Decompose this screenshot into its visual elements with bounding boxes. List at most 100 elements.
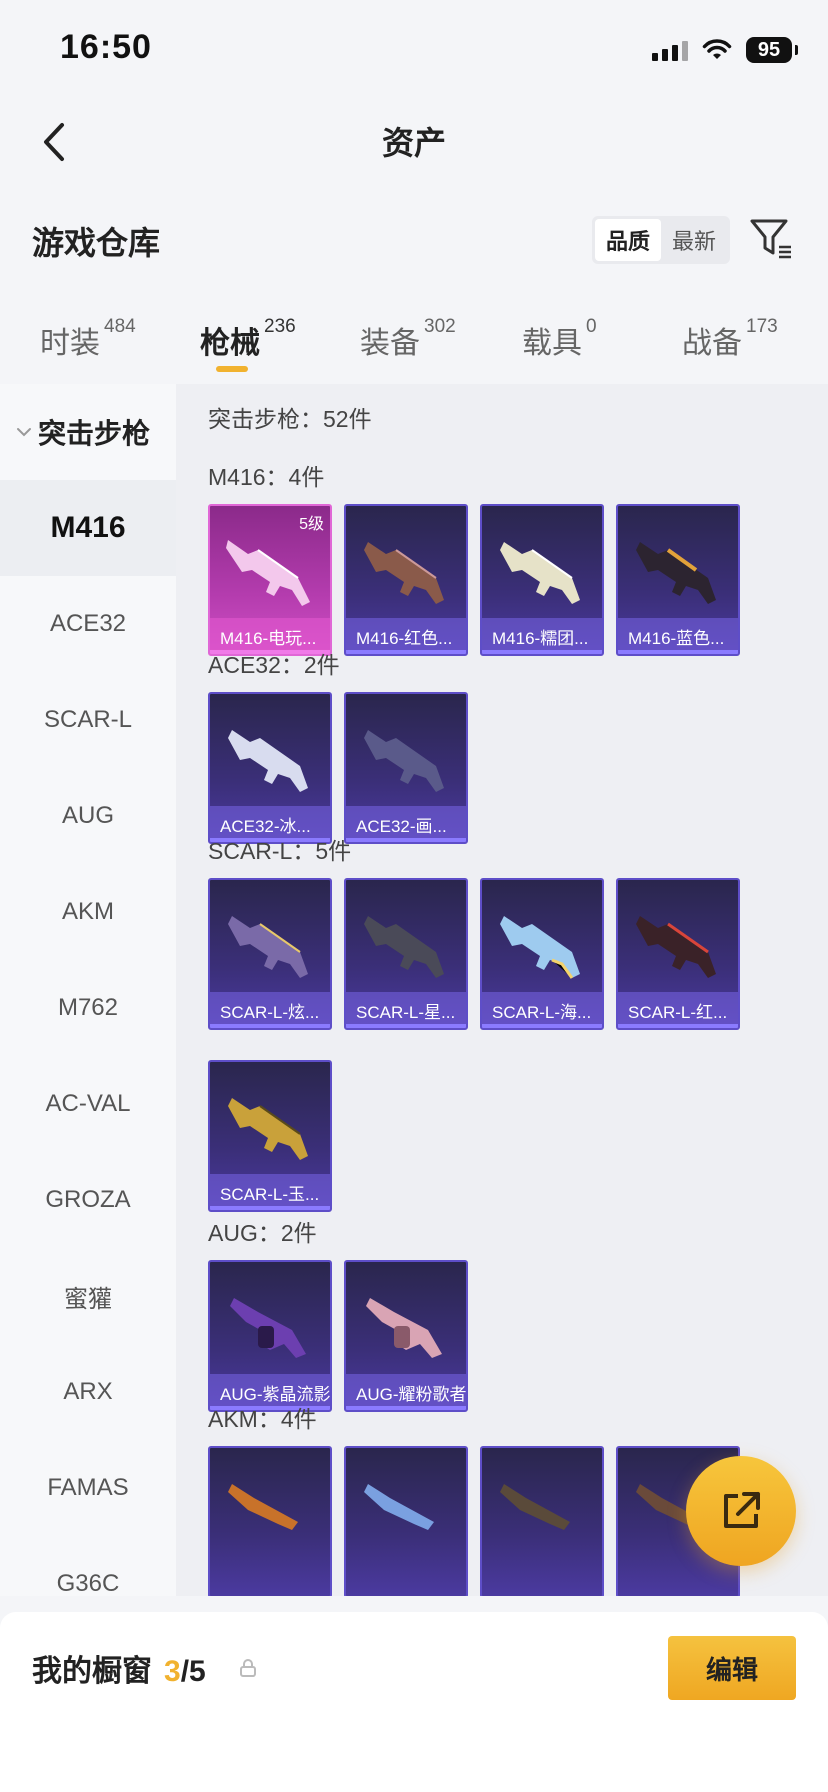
status-time: 16:50 [60,28,152,66]
tab-label: 载具 [522,327,582,360]
weapon-sidebar: 突击步枪 M416 ACE32 SCAR-L AUG AKM M762 AC-V… [0,384,176,1596]
rifle-icon [364,730,444,792]
sidebar-item-scar-l[interactable]: SCAR-L [0,672,176,768]
sidebar-item-g36c[interactable]: G36C [0,1536,176,1596]
weapon-card[interactable]: ACE32-画... [344,692,468,844]
weapon-card-name: M416-蓝色... [618,618,738,654]
tab-label: 时装 [40,327,100,360]
signal-icon [652,39,688,61]
sidebar-item-ac-val[interactable]: AC-VAL [0,1056,176,1152]
weapon-card-name: M416-红色... [346,618,466,654]
weapon-card-name: M416-糯团... [482,618,602,654]
sidebar-item-akm[interactable]: AKM [0,864,176,960]
weapon-card[interactable] [480,1446,604,1596]
weapon-card[interactable]: AUG-紫晶流影 [208,1260,332,1412]
rifle-icon [500,542,580,604]
rifle-icon [228,916,308,978]
rarity-strip [210,1024,330,1028]
tab-equipment[interactable]: 装备 302 [360,316,456,362]
weapon-card[interactable]: SCAR-L-炫... [208,878,332,1030]
active-tab-indicator [216,366,248,372]
rarity-strip [346,838,466,842]
weapon-card-name: SCAR-L-炫... [210,992,330,1028]
tab-fashion[interactable]: 时装 484 [40,316,136,362]
weapon-grid: 突击步枪：52件 M416：4件 5级 M416-电玩... M416-红色..… [176,384,828,1596]
group-title: AKM：4件 [208,1406,317,1432]
group-title: AUG：2件 [208,1220,317,1246]
weapon-card-name: SCAR-L-红... [618,992,738,1028]
rifle-icon [364,542,444,604]
section-header: 游戏仓库 品质 最新 [0,200,828,280]
sidebar-item-m416[interactable]: M416 [0,480,176,576]
filter-icon [750,219,791,259]
weapon-card[interactable]: AUG-耀粉歌者 [344,1260,468,1412]
weapon-card[interactable]: M416-蓝色... [616,504,740,656]
showcase-total: /5 [180,1655,206,1688]
showcase-label: 我的橱窗 [32,1655,152,1688]
group-title: ACE32：2件 [208,652,340,678]
sidebar-item-ace32[interactable]: ACE32 [0,576,176,672]
rifle-icon [364,1484,434,1530]
back-button[interactable] [24,112,84,172]
rarity-strip [618,1024,738,1028]
rifle-icon [230,1298,306,1358]
rifle-icon [364,916,444,978]
sidebar-item-honey-badger[interactable]: 蜜獾 [0,1248,176,1344]
section-title: 游戏仓库 [32,225,161,261]
rifle-icon [228,1098,308,1160]
weapon-card-name: SCAR-L-星... [346,992,466,1028]
sidebar-item-aug[interactable]: AUG [0,768,176,864]
weapon-card[interactable]: SCAR-L-海... [480,878,604,1030]
weapon-card[interactable]: SCAR-L-玉... [208,1060,332,1212]
edit-button[interactable]: 编辑 [668,1636,796,1700]
category-summary: 突击步枪：52件 [208,406,372,432]
rarity-strip [210,1206,330,1210]
rarity-strip [618,650,738,654]
weapon-card[interactable]: ACE32-冰... [208,692,332,844]
tab-vehicles[interactable]: 载具 0 [522,316,597,362]
tab-count: 236 [264,316,296,337]
weapon-card[interactable]: M416-红色... [344,504,468,656]
sort-newest-button[interactable]: 最新 [661,219,727,261]
battery-indicator: 95 [746,37,798,63]
page-title: 资产 [381,125,446,161]
rifle-icon [366,1298,442,1358]
tab-weapons[interactable]: 枪械 236 [200,316,296,362]
nav-bar: 资产 [0,96,828,186]
sidebar-item-groza[interactable]: GROZA [0,1152,176,1248]
tab-count: 0 [586,316,597,337]
weapon-card-name: SCAR-L-海... [482,992,602,1028]
status-indicators: 95 [652,36,798,64]
showcase-title: 我的橱窗 3 /5 [32,1646,206,1690]
rarity-strip [482,1024,602,1028]
category-tabs: 时装 484 枪械 236 装备 302 载具 0 战备 173 [0,300,828,380]
share-button[interactable] [686,1456,796,1566]
rifle-icon [500,1484,570,1530]
sidebar-item-m762[interactable]: M762 [0,960,176,1056]
weapon-card[interactable] [208,1446,332,1596]
back-icon [44,123,64,161]
tab-supplies[interactable]: 战备 173 [682,316,778,362]
share-icon [724,1492,760,1528]
weapon-card[interactable]: M416-糯团... [480,504,604,656]
weapon-card[interactable]: SCAR-L-红... [616,878,740,1030]
showcase-bar: 我的橱窗 3 /5 编辑 [0,1612,828,1792]
sidebar-group-assault-rifles[interactable]: 突击步枪 [0,384,176,480]
weapon-card[interactable] [344,1446,468,1596]
weapon-card[interactable]: SCAR-L-星... [344,878,468,1030]
rifle-icon [228,730,308,792]
filter-button[interactable] [746,214,796,264]
weapon-card-name: AUG-耀粉歌者 [346,1374,466,1410]
rifle-icon [636,542,716,604]
tab-count: 173 [746,316,778,337]
weapon-card-name: ACE32-画... [346,806,466,842]
status-bar: 16:50 95 [0,0,828,96]
sidebar-item-famas[interactable]: FAMAS [0,1440,176,1536]
group-title: SCAR-L：5件 [208,838,352,864]
rarity-strip [346,650,466,654]
tab-label: 枪械 [200,327,260,360]
sort-quality-button[interactable]: 品质 [595,219,661,261]
sidebar-item-arx[interactable]: ARX [0,1344,176,1440]
weapon-card[interactable]: 5级 M416-电玩... [208,504,332,656]
group-title: M416：4件 [208,464,325,490]
